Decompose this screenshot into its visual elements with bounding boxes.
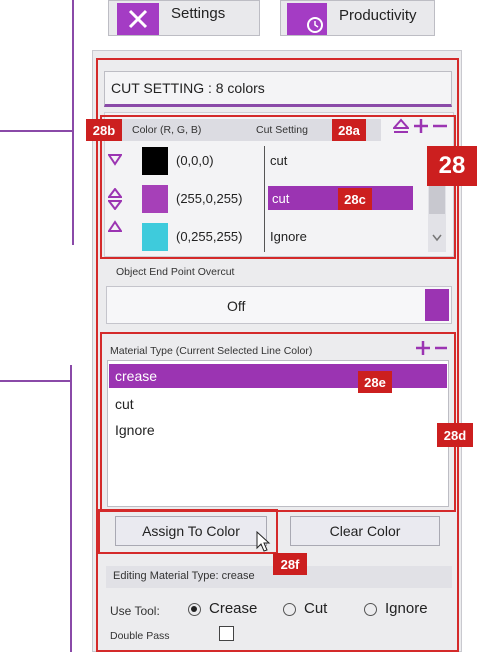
callout-28a: 28a bbox=[332, 119, 366, 141]
tab-productivity[interactable]: Productivity bbox=[280, 0, 435, 36]
add-material-icon[interactable] bbox=[415, 340, 431, 356]
material-item[interactable]: Ignore bbox=[109, 418, 447, 442]
scissors-icon bbox=[117, 3, 159, 35]
background-line bbox=[0, 380, 72, 382]
callout-28b: 28b bbox=[86, 119, 122, 141]
material-item-selected[interactable]: crease bbox=[109, 364, 447, 388]
radio-cut[interactable] bbox=[283, 603, 296, 616]
material-item[interactable]: cut bbox=[109, 392, 447, 416]
callout-frame-color-table bbox=[100, 115, 456, 259]
material-item-label: Ignore bbox=[115, 422, 155, 438]
radio-cut-label: Cut bbox=[304, 600, 328, 617]
callout-28: 28 bbox=[427, 146, 477, 186]
toggle-knob[interactable] bbox=[425, 289, 449, 321]
callout-28c: 28c bbox=[338, 188, 372, 210]
overcut-value: Off bbox=[227, 298, 246, 314]
cut-setting-header: CUT SETTING : 8 colors bbox=[104, 71, 452, 107]
callout-28e: 28e bbox=[358, 371, 392, 393]
header-text: CUT SETTING : 8 colors bbox=[111, 80, 265, 96]
radio-crease[interactable] bbox=[188, 603, 201, 616]
background-line bbox=[70, 365, 72, 652]
material-item-label: cut bbox=[115, 396, 134, 412]
editing-label: Editing Material Type: crease bbox=[113, 570, 255, 582]
overcut-label: Object End Point Overcut bbox=[116, 266, 235, 278]
clear-label: Clear Color bbox=[329, 523, 401, 539]
tab-label: Settings bbox=[171, 5, 226, 22]
callout-28f: 28f bbox=[273, 553, 307, 575]
cursor-icon bbox=[256, 530, 272, 553]
background-line bbox=[72, 0, 74, 245]
callout-28d: 28d bbox=[437, 423, 473, 447]
use-tool-label: Use Tool: bbox=[110, 604, 160, 618]
double-pass-label: Double Pass bbox=[110, 630, 170, 642]
tab-label: Productivity bbox=[339, 7, 417, 24]
radio-crease-label: Crease bbox=[209, 600, 258, 617]
background-line bbox=[0, 130, 72, 132]
radio-ignore-label: Ignore bbox=[385, 600, 428, 617]
clear-color-button[interactable]: Clear Color bbox=[290, 516, 440, 546]
remove-material-icon[interactable] bbox=[434, 340, 448, 356]
radio-ignore[interactable] bbox=[364, 603, 377, 616]
callout-frame-assign bbox=[98, 509, 278, 554]
overcut-toggle[interactable]: Off bbox=[106, 286, 452, 324]
clock-icon bbox=[287, 3, 327, 35]
material-item-label: crease bbox=[115, 368, 158, 384]
material-label: Material Type (Current Selected Line Col… bbox=[110, 345, 313, 357]
double-pass-checkbox[interactable] bbox=[219, 626, 234, 641]
tab-settings[interactable]: Settings bbox=[108, 0, 260, 36]
